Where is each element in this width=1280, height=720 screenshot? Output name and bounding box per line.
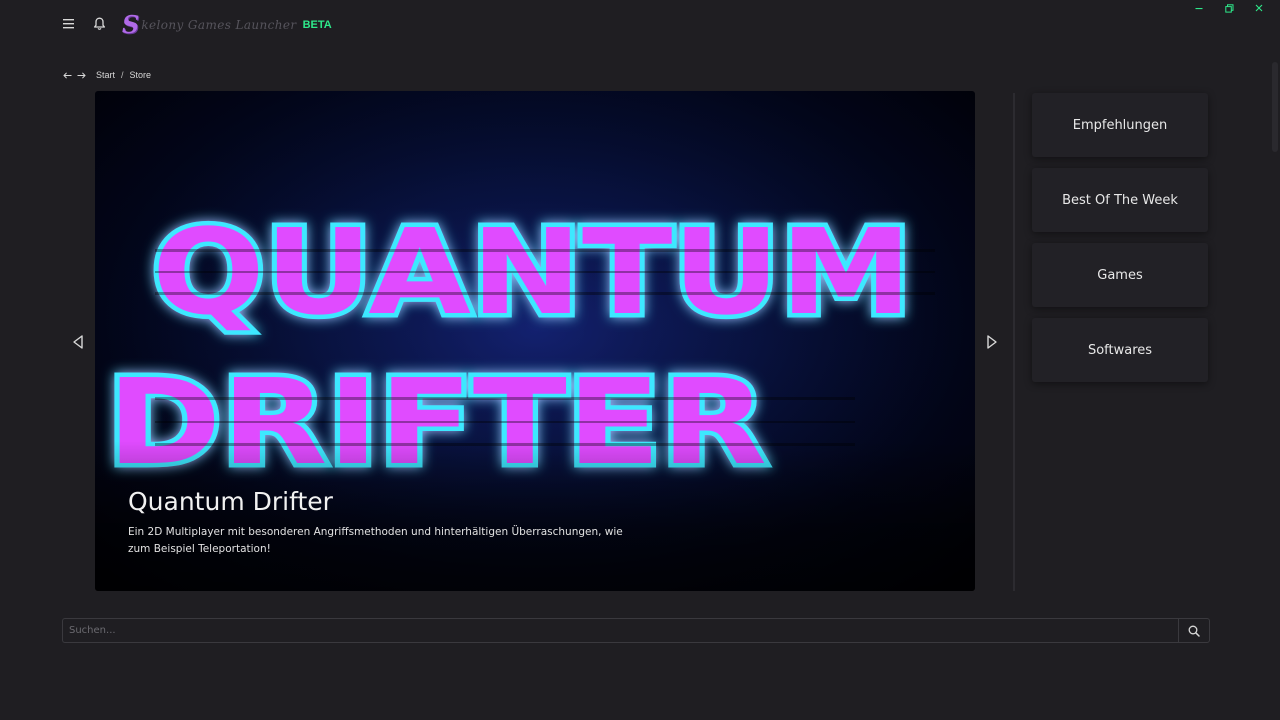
category-best-of-week-button[interactable]: Best Of The Week xyxy=(1032,168,1208,232)
featured-title: Quantum Drifter xyxy=(128,487,333,516)
featured-description: Ein 2D Multiplayer mit besonderen Angrif… xyxy=(128,526,623,555)
close-icon[interactable] xyxy=(1244,0,1274,16)
window-controls xyxy=(1184,0,1274,18)
featured-banner[interactable]: QUANTUM DRIFTER Quantum Drifter Ein 2D M… xyxy=(95,91,975,591)
category-games-button[interactable]: Games xyxy=(1032,243,1208,307)
breadcrumb-store[interactable]: Store xyxy=(130,70,152,80)
search-bar xyxy=(62,618,1210,643)
breadcrumb: Start / Store xyxy=(62,68,151,82)
triangle-right-icon[interactable] xyxy=(982,331,1002,353)
vertical-divider xyxy=(1013,93,1015,591)
breadcrumb-start[interactable]: Start xyxy=(96,70,115,80)
arrow-left-icon[interactable] xyxy=(62,69,72,81)
logo-text: kelony Games Launcher xyxy=(141,18,297,32)
category-empfehlungen-button[interactable]: Empfehlungen xyxy=(1032,93,1208,157)
arrow-right-icon[interactable] xyxy=(76,69,86,81)
search-input[interactable] xyxy=(62,618,1178,643)
category-softwares-button[interactable]: Softwares xyxy=(1032,318,1208,382)
maximize-icon[interactable] xyxy=(1214,0,1244,16)
hamburger-menu-icon[interactable] xyxy=(60,14,78,34)
title-bar: S kelony Games Launcher BETA xyxy=(0,0,1280,50)
triangle-left-icon[interactable] xyxy=(68,331,88,353)
breadcrumb-separator: / xyxy=(121,70,124,80)
search-icon[interactable] xyxy=(1178,618,1210,643)
scrollbar[interactable] xyxy=(1272,62,1278,152)
app-logo: S kelony Games Launcher BETA xyxy=(122,12,332,38)
beta-badge: BETA xyxy=(302,19,332,31)
logo-letter: S xyxy=(122,10,140,39)
banner-shade xyxy=(95,441,975,591)
minimize-icon[interactable] xyxy=(1184,0,1214,16)
bell-icon[interactable] xyxy=(90,14,108,34)
